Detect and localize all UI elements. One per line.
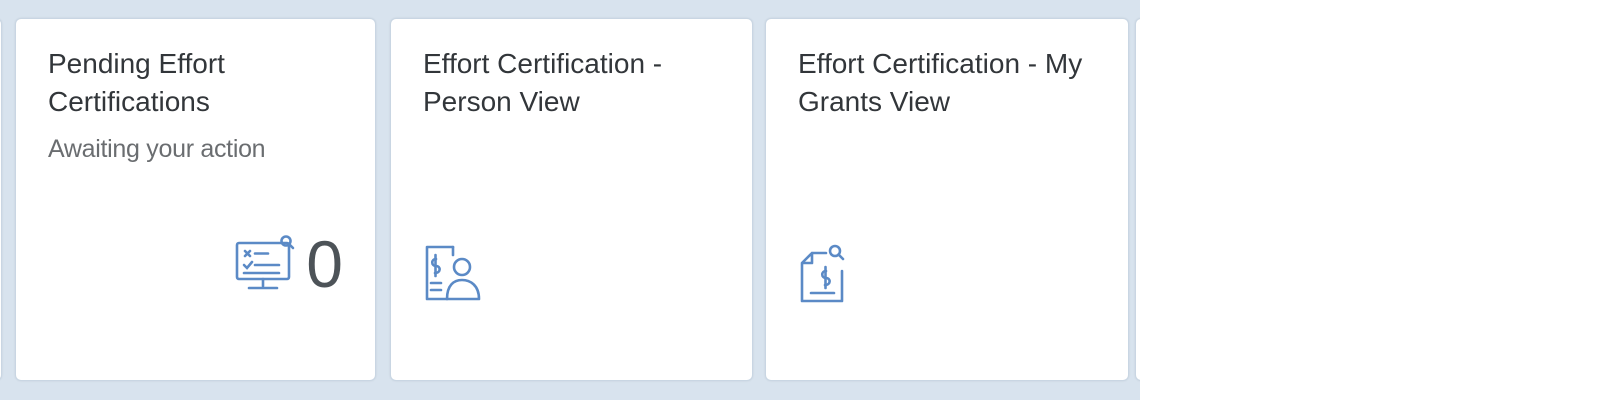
tile-pending-effort-certifications[interactable]: Pending Effort Certifications Awaiting y… bbox=[15, 18, 376, 381]
tile-partial-right[interactable] bbox=[1135, 18, 1140, 381]
person-dollar-document-icon bbox=[425, 245, 481, 301]
tile-title: Effort Certification - My Grants View bbox=[798, 48, 1083, 117]
tile-kpi: 0 bbox=[234, 231, 343, 297]
tile-partial-left[interactable] bbox=[0, 18, 2, 381]
dollar-document-search-icon bbox=[800, 244, 845, 303]
tile-title: Pending Effort Certifications bbox=[48, 48, 225, 117]
tile-subtitle: Awaiting your action bbox=[48, 135, 266, 163]
tile-effort-certification-my-grants-view[interactable]: Effort Certification - My Grants View bbox=[765, 18, 1129, 381]
launchpad-tile-area: Pending Effort Certifications Awaiting y… bbox=[0, 0, 1140, 400]
tile-effort-certification-person-view[interactable]: Effort Certification - Person View bbox=[390, 18, 753, 381]
kpi-value: 0 bbox=[306, 227, 343, 301]
monitor-checklist-icon bbox=[235, 235, 295, 290]
tile-title: Effort Certification - Person View bbox=[423, 48, 663, 117]
